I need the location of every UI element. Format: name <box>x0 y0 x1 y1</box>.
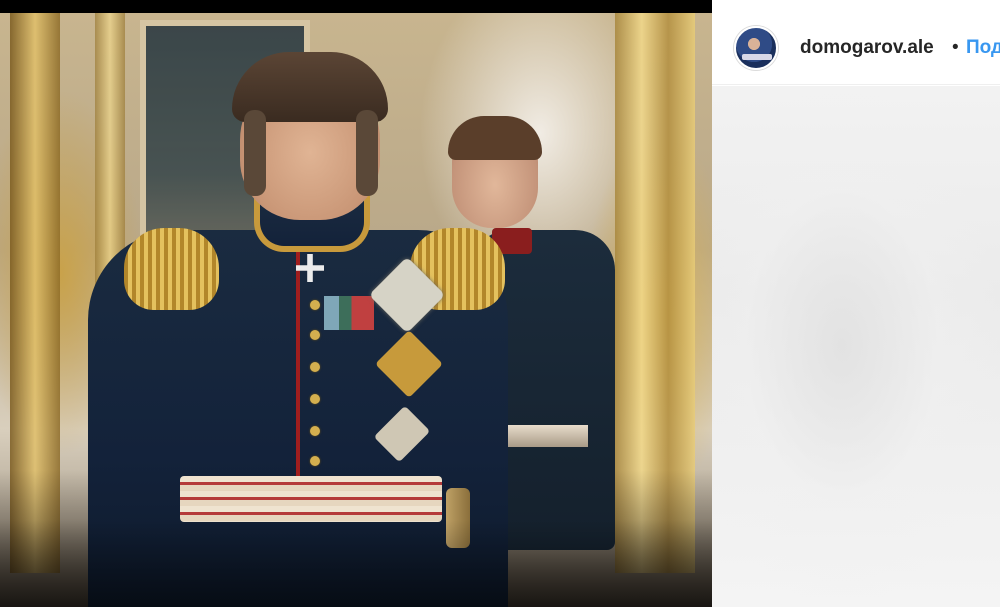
username-link[interactable]: domogarov.ale <box>800 37 934 59</box>
uniform-placket <box>296 250 300 500</box>
uniform-button <box>310 456 320 466</box>
bottom-vignette <box>0 520 712 607</box>
post-header: domogarov.ale • Под <box>712 0 1000 85</box>
uniform-button <box>310 300 320 310</box>
post-side-panel: domogarov.ale • Под <box>712 0 1000 607</box>
separator-dot: • <box>952 37 959 58</box>
follow-button[interactable]: Под <box>966 37 1000 59</box>
letterbox-top <box>0 0 712 13</box>
sideburn-left <box>244 110 266 196</box>
uniform-button <box>310 426 320 436</box>
epaulet-left <box>124 228 219 310</box>
uniform-button <box>310 362 320 372</box>
avatar-caption-strip <box>742 54 772 60</box>
profile-avatar[interactable] <box>734 26 778 70</box>
uniform-button <box>310 330 320 340</box>
sideburn-right <box>356 110 378 196</box>
waist-sash <box>180 476 442 522</box>
comments-area-blurred <box>712 86 1000 607</box>
post-media[interactable] <box>0 0 712 607</box>
uniform-button <box>310 394 320 404</box>
medal-ribbons <box>324 296 374 330</box>
background-officer-hair <box>448 116 542 160</box>
